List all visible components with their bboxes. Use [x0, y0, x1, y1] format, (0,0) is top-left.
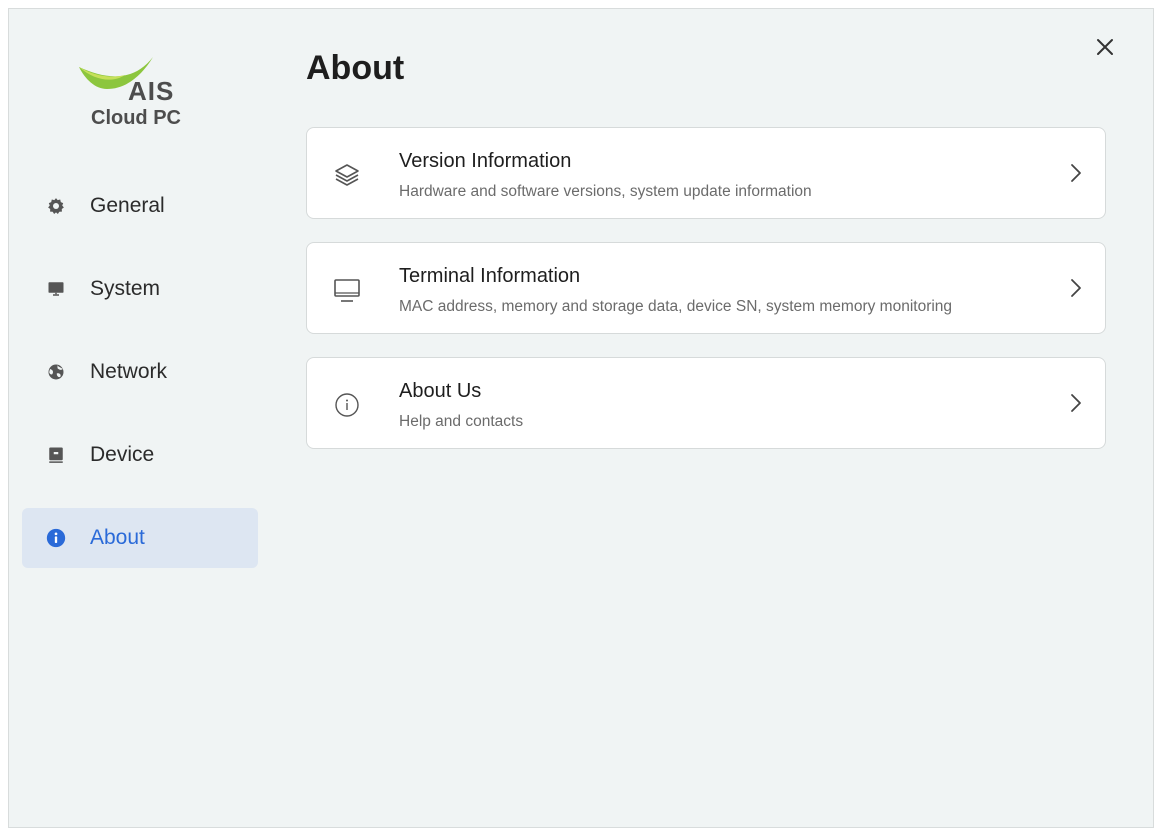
sidebar-item-about[interactable]: About: [22, 508, 258, 568]
sidebar-item-label: Device: [90, 443, 155, 466]
chevron-right-icon: [1069, 162, 1083, 184]
info-icon: [46, 528, 66, 548]
info-circle-icon: [333, 391, 361, 419]
globe-icon: [46, 362, 66, 382]
sidebar-item-system[interactable]: System: [22, 259, 258, 319]
terminal-information-card[interactable]: Terminal Information MAC address, memory…: [306, 242, 1106, 334]
settings-window: AIS Cloud PC General System Network Devi…: [8, 8, 1154, 828]
sidebar-item-general[interactable]: General: [22, 176, 258, 236]
logo-product: Cloud PC: [91, 107, 181, 129]
version-information-card[interactable]: Version Information Hardware and softwar…: [306, 127, 1106, 219]
monitor-icon: [46, 279, 66, 299]
chevron-right-icon: [1069, 392, 1083, 414]
logo-brand: AIS: [128, 76, 175, 106]
card-subtitle: Help and contacts: [399, 413, 524, 430]
device-icon: [46, 445, 66, 465]
card-subtitle: MAC address, memory and storage data, de…: [399, 298, 953, 315]
card-subtitle: Hardware and software versions, system u…: [399, 183, 812, 200]
sidebar: AIS Cloud PC General System Network Devi…: [9, 9, 269, 827]
monitor-icon: [333, 276, 361, 304]
sidebar-item-label: System: [90, 277, 161, 300]
sidebar-item-label: Network: [90, 360, 168, 383]
sidebar-item-network[interactable]: Network: [22, 342, 258, 402]
card-title: Terminal Information: [399, 265, 581, 287]
sidebar-item-label: General: [90, 194, 165, 217]
sidebar-item-label: About: [90, 526, 145, 549]
about-us-card[interactable]: About Us Help and contacts: [306, 357, 1106, 449]
gear-icon: [46, 196, 66, 216]
chevron-right-icon: [1069, 277, 1083, 299]
sidebar-item-device[interactable]: Device: [22, 425, 258, 485]
page-title: About: [306, 49, 405, 87]
ais-cloud-pc-logo: AIS Cloud PC: [75, 53, 205, 133]
close-icon[interactable]: [1093, 35, 1117, 59]
card-title: Version Information: [399, 150, 572, 172]
card-title: About Us: [399, 380, 482, 402]
layers-icon: [333, 161, 361, 189]
